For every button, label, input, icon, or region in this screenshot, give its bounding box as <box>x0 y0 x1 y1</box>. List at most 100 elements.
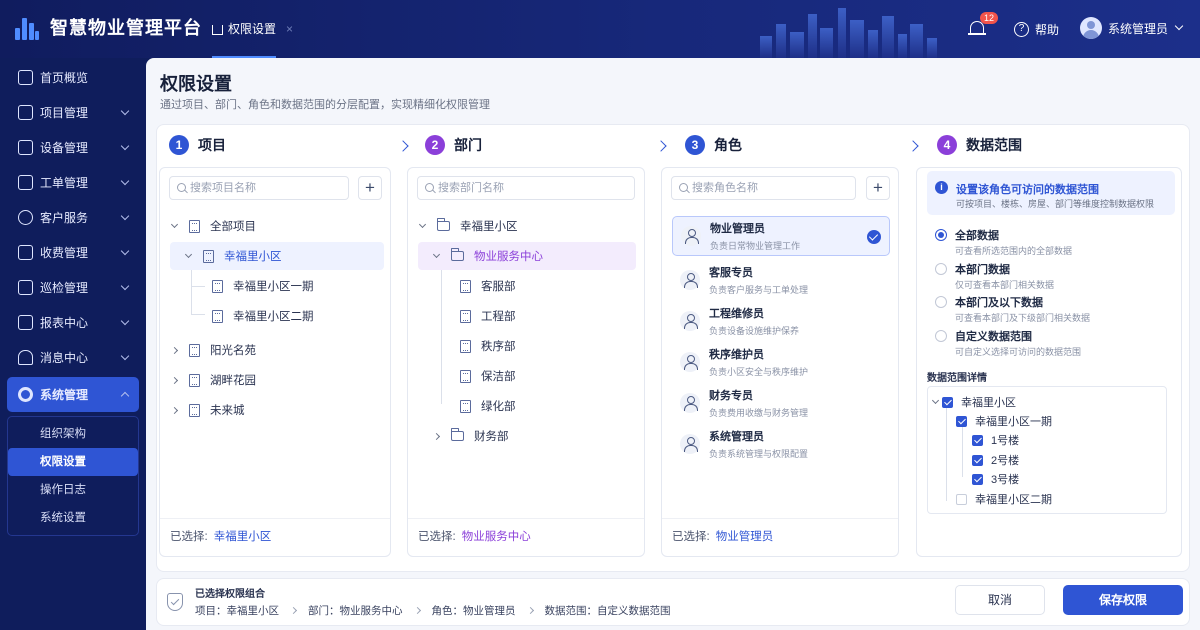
role-desc: 负责系统管理与权限配置 <box>709 449 809 459</box>
tree-item-service-center[interactable]: 物业服务中心 <box>418 242 636 270</box>
user-menu[interactable]: 系统管理员 <box>1080 17 1184 39</box>
sidebar-item-system[interactable]: 系统管理 <box>7 377 139 412</box>
cancel-button[interactable]: 取消 <box>955 585 1045 615</box>
radio-selected[interactable] <box>935 229 947 241</box>
scope-detail-title: 数据范围详情 <box>927 373 987 384</box>
tree-connector <box>946 407 947 501</box>
tree-item-dept-root[interactable]: 幸福里小区 <box>418 212 630 240</box>
checkbox-checked[interactable] <box>972 454 983 466</box>
tree-item-all-projects[interactable]: 全部项目 <box>170 212 372 240</box>
tree-item-label: 湖畔花园 <box>210 375 256 387</box>
scope-node-xingfuli[interactable]: 幸福里小区 <box>931 394 1016 410</box>
tree-connector <box>191 286 205 287</box>
scope-node-phase2[interactable]: 幸福里小区二期 <box>956 491 1052 507</box>
step-label: 部门 <box>454 137 482 153</box>
chevron-down-icon <box>120 106 130 116</box>
option-label: 自定义数据范围 <box>955 331 1032 343</box>
sidebar-subitem-permissions[interactable]: 权限设置 <box>8 448 138 476</box>
selection-summary-bar: 已选择权限组合 项目：幸福里小区 部门：物业服务中心 角色：物业管理员 数据范围… <box>156 578 1190 626</box>
role-item-system-admin[interactable]: 系统管理员 负责系统管理与权限配置 <box>672 424 890 464</box>
step-label: 项目 <box>198 137 226 153</box>
tree-item-xingfuli-phase2[interactable]: 幸福里小区二期 <box>212 302 382 330</box>
role-item-property-admin[interactable]: 物业管理员 负责日常物业管理工作 <box>672 216 890 256</box>
help-button[interactable]: ? 帮助 <box>1014 21 1059 38</box>
step-department: 2 部门 <box>425 135 482 155</box>
radio-unselected[interactable] <box>935 296 947 308</box>
sidebar-item-projects[interactable]: 项目管理 <box>0 95 146 130</box>
department-search-input[interactable]: 搜索部门名称 <box>417 176 635 200</box>
sidebar-item-tickets[interactable]: 工单管理 <box>0 165 146 200</box>
project-search-input[interactable]: 搜索项目名称 <box>169 176 349 200</box>
sidebar-subitem-org[interactable]: 组织架构 <box>8 420 138 448</box>
tree-item-label: 绿化部 <box>481 401 516 413</box>
sidebar-item-inspection[interactable]: 巡检管理 <box>0 270 146 305</box>
tree-item-yangguang[interactable]: 阳光名苑 <box>170 336 372 364</box>
chevron-right-icon <box>413 606 421 615</box>
chevron-down-icon <box>1174 21 1184 31</box>
ticket-icon <box>18 175 33 190</box>
sidebar-item-reports[interactable]: 报表中心 <box>0 305 146 340</box>
tree-item-dept-finance[interactable]: 财务部 <box>432 422 624 450</box>
add-role-button[interactable]: + <box>866 176 890 200</box>
sidebar-subitem-logs[interactable]: 操作日志 <box>8 476 138 504</box>
tree-item-dept-greening[interactable]: 绿化部 <box>460 392 630 420</box>
add-project-button[interactable]: + <box>358 176 382 200</box>
role-desc: 负责客户服务与工单处理 <box>709 285 809 295</box>
checkbox-checked[interactable] <box>942 396 953 408</box>
tree-item-xingfuli[interactable]: 幸福里小区 <box>170 242 384 270</box>
settings-icon <box>18 387 33 402</box>
role-item-security[interactable]: 秩序维护员 负责小区安全与秩序维护 <box>672 342 890 382</box>
option-desc: 仅可查看本部门相关数据 <box>955 280 1055 290</box>
app-title: 智慧物业管理平台 <box>50 18 202 38</box>
checkbox-checked[interactable] <box>972 473 983 485</box>
save-permissions-button[interactable]: 保存权限 <box>1063 585 1183 615</box>
role-desc: 负责费用收缴与财务管理 <box>709 408 809 418</box>
scope-node-building-3[interactable]: 3号楼 <box>972 471 1019 487</box>
checkbox-checked[interactable] <box>972 434 983 446</box>
sidebar-item-customer[interactable]: 客户服务 <box>0 200 146 235</box>
sidebar-item-messages[interactable]: 消息中心 <box>0 340 146 375</box>
role-item-maintenance[interactable]: 工程维修员 负责设备设施维护保养 <box>672 301 890 341</box>
tree-item-dept-engineering[interactable]: 工程部 <box>460 302 630 330</box>
tab-close-icon[interactable]: × <box>286 22 293 36</box>
tree-item-xingfuli-phase1[interactable]: 幸福里小区一期 <box>212 272 382 300</box>
scope-node-building-2[interactable]: 2号楼 <box>972 452 1019 468</box>
tree-item-dept-order[interactable]: 秩序部 <box>460 332 630 360</box>
chevron-right-icon <box>397 140 409 152</box>
selected-label: 已选择: <box>170 531 208 543</box>
sidebar-item-label: 巡检管理 <box>40 281 89 295</box>
sidebar-item-home[interactable]: 首页概览 <box>0 60 146 95</box>
logo-icon <box>14 14 40 40</box>
tree-item-hupan[interactable]: 湖畔花园 <box>170 366 372 394</box>
tree-connector <box>191 314 205 315</box>
user-icon <box>680 311 700 331</box>
department-selection-footer: 已选择: 物业服务中心 <box>408 518 644 556</box>
sidebar-item-devices[interactable]: 设备管理 <box>0 130 146 165</box>
tree-item-dept-cleaning[interactable]: 保洁部 <box>460 362 630 390</box>
brand[interactable]: 智慧物业管理平台 <box>14 14 202 40</box>
sidebar-item-label: 工单管理 <box>40 176 89 190</box>
step-label: 角色 <box>714 137 742 153</box>
sidebar-subitem-settings[interactable]: 系统设置 <box>8 504 138 532</box>
role-search-input[interactable]: 搜索角色名称 <box>671 176 856 200</box>
tree-item-dept-service[interactable]: 客服部 <box>460 272 630 300</box>
sidebar-item-billing[interactable]: 收费管理 <box>0 235 146 270</box>
scope-node-building-1[interactable]: 1号楼 <box>972 432 1019 448</box>
scope-node-phase1[interactable]: 幸福里小区一期 <box>956 413 1052 429</box>
radio-unselected[interactable] <box>935 330 947 342</box>
option-label: 全部数据 <box>955 230 999 242</box>
role-item-finance[interactable]: 财务专员 负责费用收缴与财务管理 <box>672 383 890 423</box>
role-item-customer-service[interactable]: 客服专员 负责客户服务与工单处理 <box>672 260 890 300</box>
checkbox-checked[interactable] <box>956 415 967 427</box>
building-icon <box>460 279 471 293</box>
permission-panel: 1 项目 2 部门 3 角色 4 数据范围 搜索项目名称 + 全部项目 幸福里小… <box>156 124 1190 572</box>
tree-item-weilai[interactable]: 未来城 <box>170 396 372 424</box>
skyline-decoration <box>760 4 950 58</box>
page-title: 权限设置 <box>160 74 232 94</box>
step-role: 3 角色 <box>685 135 742 155</box>
tab-permission-settings[interactable]: 权限设置 <box>212 0 276 58</box>
radio-unselected[interactable] <box>935 263 947 275</box>
role-selection-footer: 已选择: 物业管理员 <box>662 518 898 556</box>
scope-info-box: i 设置该角色可访问的数据范围 可按项目、楼栋、房屋、部门等维度控制数据权限 <box>927 171 1175 215</box>
checkbox-unchecked[interactable] <box>956 493 967 505</box>
